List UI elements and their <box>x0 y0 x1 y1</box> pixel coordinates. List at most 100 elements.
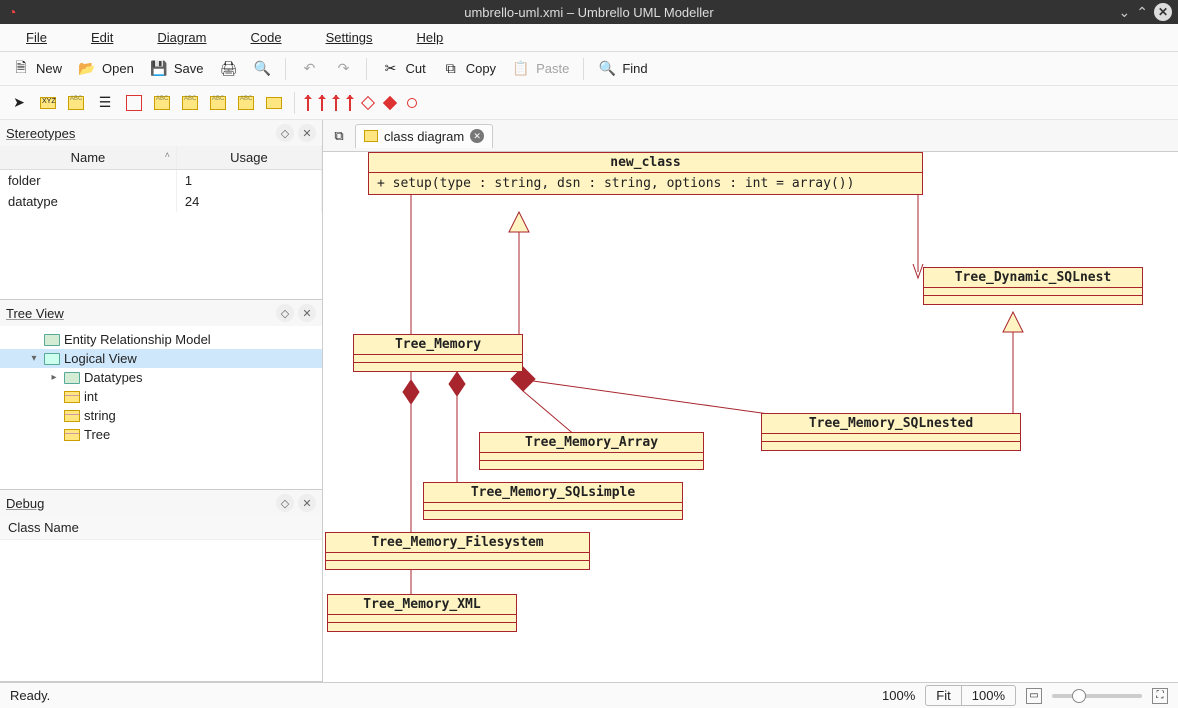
sidebar: Stereotypes ◇ ✕ Name˄ Usage folder1 data… <box>0 120 323 682</box>
package-icon <box>266 97 282 109</box>
tree-item[interactable]: ▸Datatypes <box>0 368 322 387</box>
composition-tool[interactable] <box>381 95 399 111</box>
panel-close-button[interactable]: ✕ <box>298 304 316 322</box>
find-button[interactable]: 🔍Find <box>592 57 653 81</box>
print-button[interactable]: 🖨 <box>213 57 243 81</box>
class-new_class[interactable]: new_class + setup(type : string, dsn : s… <box>368 152 923 195</box>
new-tab-button[interactable]: ⧉ <box>327 124 351 148</box>
class-tree-memory-filesystem[interactable]: Tree_Memory_Filesystem <box>325 532 590 570</box>
tree-item[interactable]: Entity Relationship Model <box>0 330 322 349</box>
direct-assoc-icon <box>321 95 323 111</box>
undo-button[interactable]: ↶ <box>294 57 324 81</box>
open-icon: 📂 <box>78 60 96 78</box>
panel-float-button[interactable]: ◇ <box>276 494 294 512</box>
realization-tool[interactable] <box>403 95 421 111</box>
enum-tool[interactable] <box>234 93 258 113</box>
twisty-icon[interactable]: ▾ <box>28 353 40 364</box>
twisty-icon[interactable]: ▸ <box>48 372 60 383</box>
save-button[interactable]: 💾Save <box>144 57 210 81</box>
status-text: Ready. <box>10 688 50 703</box>
minimize-button[interactable]: ⌄ <box>1119 4 1131 21</box>
paste-button[interactable]: 📋Paste <box>506 57 575 81</box>
redo-button[interactable]: ↷ <box>328 57 358 81</box>
dependency-tool[interactable] <box>345 92 355 114</box>
menu-settings[interactable]: Settings <box>306 26 393 49</box>
class-tree-memory[interactable]: Tree_Memory <box>353 334 523 372</box>
panel-float-button[interactable]: ◇ <box>276 124 294 142</box>
table-row[interactable]: datatype24 <box>0 191 322 212</box>
aggregation-tool[interactable] <box>359 95 377 111</box>
assoc-tool[interactable] <box>303 92 313 114</box>
package-tool[interactable] <box>262 94 286 112</box>
class-tree-memory-xml[interactable]: Tree_Memory_XML <box>327 594 517 632</box>
pointer-tool[interactable]: ➤ <box>6 91 32 115</box>
titlebar: ◔ umbrello-uml.xmi – Umbrello UML Modell… <box>0 0 1178 24</box>
tab-label: class diagram <box>384 129 464 144</box>
menu-diagram[interactable]: Diagram <box>137 26 226 49</box>
tree-item-label: int <box>84 389 98 404</box>
class-tree-memory-sqlsimple[interactable]: Tree_Memory_SQLsimple <box>423 482 683 520</box>
preview-icon: 🔍 <box>253 60 271 78</box>
table-row[interactable]: folder1 <box>0 170 322 192</box>
datatype-tool[interactable] <box>206 93 230 113</box>
tree-item-label: Entity Relationship Model <box>64 332 211 347</box>
menu-file[interactable]: File <box>6 26 67 49</box>
tree-item[interactable]: Tree <box>0 425 322 444</box>
direct-assoc-tool[interactable] <box>317 92 327 114</box>
composition-icon <box>383 95 397 109</box>
open-button[interactable]: 📂Open <box>72 57 140 81</box>
treeview-panel: Tree View ◇ ✕ Entity Relationship Model ▾… <box>0 300 322 490</box>
zoom-combo[interactable]: 100% <box>962 686 1015 705</box>
class-tree-memory-array[interactable]: Tree_Memory_Array <box>479 432 704 470</box>
interface-tool[interactable] <box>178 93 202 113</box>
generalization-tool[interactable] <box>331 92 341 114</box>
note-tool[interactable]: XYZ <box>36 94 60 112</box>
copy-button[interactable]: ⧉Copy <box>436 57 502 81</box>
panel-close-button[interactable]: ✕ <box>298 494 316 512</box>
menu-help[interactable]: Help <box>397 26 464 49</box>
folder-icon <box>64 372 80 384</box>
tree-body: Entity Relationship Model ▾Logical View▸D… <box>0 326 322 489</box>
class-tree-dynamic-sqlnested[interactable]: Tree_Dynamic_SQLnest <box>923 267 1143 305</box>
fit-button[interactable]: Fit <box>926 686 961 705</box>
tab-close-button[interactable]: ✕ <box>470 129 484 143</box>
zoom-slider[interactable] <box>1052 694 1142 698</box>
maximize-button[interactable]: ⌃ <box>1136 4 1148 21</box>
text-tool[interactable]: ☰ <box>92 91 118 115</box>
tree-item[interactable]: int <box>0 387 322 406</box>
undo-icon: ↶ <box>300 60 318 78</box>
folder-open-icon <box>44 353 60 365</box>
datatype-icon <box>210 96 226 110</box>
folder-icon <box>44 334 60 346</box>
col-usage[interactable]: Usage <box>176 146 321 170</box>
text-icon: ☰ <box>96 94 114 112</box>
panel-float-button[interactable]: ◇ <box>276 304 294 322</box>
menu-code[interactable]: Code <box>230 26 301 49</box>
debug-title: Debug <box>6 496 44 511</box>
class-tool[interactable] <box>150 93 174 113</box>
class-tree-memory-sqlnested[interactable]: Tree_Memory_SQLnested <box>761 413 1021 451</box>
close-button[interactable]: ✕ <box>1154 3 1172 21</box>
print-preview-button[interactable]: 🔍 <box>247 57 277 81</box>
realization-icon <box>407 98 417 108</box>
new-button[interactable]: 🗎New <box>6 57 68 81</box>
treeview-title: Tree View <box>6 306 64 321</box>
statusbar: Ready. 100% Fit 100% ▭ ⛶ <box>0 682 1178 708</box>
panel-close-button[interactable]: ✕ <box>298 124 316 142</box>
app-icon: ◔ <box>8 4 16 20</box>
class-icon <box>64 410 80 422</box>
tree-item[interactable]: ▾Logical View <box>0 349 322 368</box>
dependency-icon <box>349 95 351 111</box>
cut-button[interactable]: ✂Cut <box>375 57 431 81</box>
toolbar-diagram: ➤ XYZ ☰ <box>0 86 1178 120</box>
box-tool[interactable] <box>122 92 146 114</box>
menu-edit[interactable]: Edit <box>71 26 133 49</box>
tree-item[interactable]: string <box>0 406 322 425</box>
note2-tool[interactable] <box>64 93 88 113</box>
diagram-icon <box>364 130 378 142</box>
col-name[interactable]: Name˄ <box>0 146 176 170</box>
tab-class-diagram[interactable]: class diagram ✕ <box>355 124 493 148</box>
zoom-out-button[interactable]: ▭ <box>1026 688 1042 704</box>
fullscreen-button[interactable]: ⛶ <box>1152 688 1168 704</box>
diagram-canvas[interactable]: new_class + setup(type : string, dsn : s… <box>323 152 1178 682</box>
